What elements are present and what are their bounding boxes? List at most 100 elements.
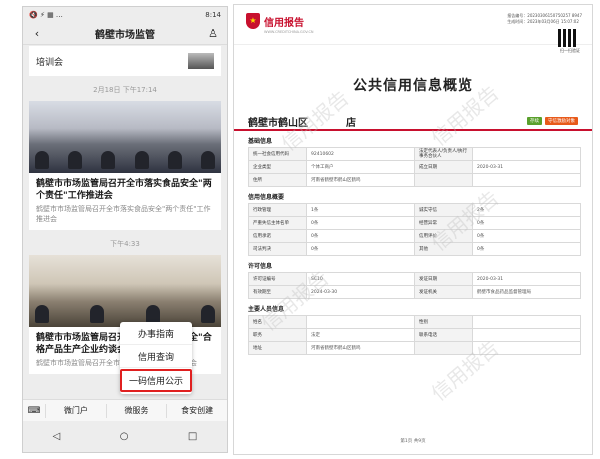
profile-icon[interactable]: ♙ [205,27,221,40]
table-row: 行政管理 1条 诚实守信 2条 [248,203,581,217]
menu-services[interactable]: 微服务 [105,403,167,418]
menu-item-credit-query[interactable]: 信用查询 [120,345,192,368]
menu-food-safety[interactable]: 食安创建 [166,403,227,418]
section-title: 信用信息概要 [248,194,285,201]
system-nav: ◁ ○ □ [23,425,227,447]
field-label: 地址 [248,341,307,355]
field-label: 有效期至 [248,285,307,299]
list-item[interactable]: 培训会 [29,46,221,76]
field-value: 2024-03-30 [306,285,415,299]
field-value: 法定 [306,328,415,342]
field-value: 0条 [306,242,415,256]
field-label: 统一社会信用代码 [248,147,307,161]
field-label: 法定代表人/负责人/执行事务合伙人 [414,147,473,161]
list-item-title: 培训会 [36,57,64,68]
field-value [472,173,581,187]
entity-header: 鹤壁市鹤山区 店 存续 守信激励对象 [234,113,592,131]
section-title: 许可信息 [248,263,273,270]
field-value: 0条 [306,216,415,230]
field-label [414,173,473,187]
field-label: 行政管理 [248,203,307,217]
nav-bar: ‹ 鹤壁市场监管 ♙ [23,23,227,45]
table-row: 职务 法定 联系电话 [248,328,581,342]
report-sections: 基础信息 统一社会信用代码 92410602 法定代表人/负责人/执行事务合伙人 企业类… [234,131,592,355]
field-value: 92410602 [306,147,415,161]
field-value: 鹤壁市食品药品监督管理局 [472,285,581,299]
field-label: 发证日期 [414,272,473,286]
field-label: 性别 [414,315,473,329]
field-value: 0条 [472,229,581,243]
section-title: 基础信息 [248,138,273,145]
status-badge: 存续 [527,117,542,125]
logo: ★ 信用报告 [246,13,304,29]
field-label: 职务 [248,328,307,342]
article-card[interactable]: 鹤壁市市场监管局召开全市落实食品安全"两个责任"工作推进会 鹤壁市市场监管局召开… [29,101,221,230]
table-row: 姓名 性别 [248,315,581,329]
table-row: 企业类型 个体工商户 成立日期 2020-03-31 [248,160,581,174]
field-value: 个体工商户 [306,160,415,174]
field-label: 信用评价 [414,229,473,243]
field-label: 企业类型 [248,160,307,174]
credit-report: ★ 信用报告 WWW.CREDITCHINA.GOV.CN 报告编号：20230… [233,4,593,455]
status-bar: 🔇 ⚡ ▦ … 8:14 [23,7,227,23]
table-row: 许可证编号 SC10 发证日期 2020-03-31 [248,272,581,286]
field-value: 0条 [472,242,581,256]
article-title: 鹤壁市市场监管局召开全市落实食品安全"两个责任"工作推进会 [36,179,212,201]
field-value: 2条 [472,203,581,217]
field-label: 其他 [414,242,473,256]
field-label: 严重失信主体名单 [248,216,307,230]
phone-screen: 🔇 ⚡ ▦ … 8:14 ‹ 鹤壁市场监管 ♙ 培训会 2月18日 下午17:1… [22,6,228,453]
entity-suffix: 店 [346,117,356,129]
article-subtitle: 鹤壁市市场监管局召开全市落实食品安全"两个责任"工作推进会 [36,205,211,223]
info-table: 行政管理 1条 诚实守信 2条 严重失信主体名单 0条 经营异常 0条 信用承诺 0条 信用评价 0条… [248,203,581,256]
logo-text: 信用报告 [264,17,304,29]
field-label: 诚实守信 [414,203,473,217]
field-label: 经营异常 [414,216,473,230]
bottom-menu: ⌨ 微门户 微服务 食安创建 [23,399,227,421]
recents-nav-icon[interactable]: □ [188,431,197,442]
table-row: 住所 河南省鹤壁市鹤山区鹤鸣 [248,173,581,187]
field-label: 联系电话 [414,328,473,342]
field-label: 许可证编号 [248,272,307,286]
field-value [472,328,581,342]
menu-portal[interactable]: 微门户 [45,403,106,418]
field-value: 1条 [306,203,415,217]
table-row: 有效期至 2024-03-30 发证机关 鹤壁市食品药品监督管理局 [248,285,581,299]
info-table: 许可证编号 SC10 发证日期 2020-03-31 有效期至 2024-03-30 发证机… [248,272,581,299]
report-ids: 报告编号：20230306150750257 8947 生成时间：2023年03… [507,13,582,24]
status-tags: 存续 守信激励对象 [527,117,578,125]
report-title: 公共信用信息概览 [353,78,473,94]
field-value: 河南省鹤壁市鹤山区鹤鸣 [306,341,415,355]
article-image [29,101,221,173]
table-row: 信用承诺 0条 信用评价 0条 [248,229,581,243]
submenu-popup: 办事指南 信用查询 一码信用公示 [120,322,192,394]
info-table: 姓名 性别 职务 法定 联系电话 地址 河南省鹤壁市鹤山区鹤鸣 [248,315,581,355]
status-icons-left: 🔇 ⚡ ▦ … [29,11,63,19]
timestamp: 2月18日 下午17:14 [93,86,157,94]
table-row: 司法判决 0条 其他 0条 [248,242,581,256]
field-value [472,341,581,355]
back-icon[interactable]: ‹ [29,27,45,40]
section-title: 主要人员信息 [248,306,285,313]
field-value: 河南省鹤壁市鹤山区鹤鸣 [306,173,415,187]
field-value [306,315,415,329]
qr-label: 扫一扫验证 [560,48,580,53]
report-header: ★ 信用报告 WWW.CREDITCHINA.GOV.CN 报告编号：20230… [234,5,592,45]
table-row: 统一社会信用代码 92410602 法定代表人/负责人/执行事务合伙人 [248,147,581,161]
menu-item-credit-disclosure[interactable]: 一码信用公示 [120,369,192,392]
field-value: 2020-03-31 [472,160,581,174]
page-footer: 第1页 共9页 [400,439,426,444]
emblem-icon: ★ [246,13,260,29]
home-nav-icon[interactable]: ○ [120,431,129,442]
field-value: 2020-03-31 [472,272,581,286]
field-label: 司法判决 [248,242,307,256]
field-value: SC10 [306,272,415,286]
field-value: 0条 [306,229,415,243]
keyboard-icon[interactable]: ⌨ [23,406,45,416]
back-nav-icon[interactable]: ◁ [53,431,61,442]
field-label: 住所 [248,173,307,187]
field-label: 发证机关 [414,285,473,299]
menu-item-guide[interactable]: 办事指南 [120,322,192,345]
status-badge: 守信激励对象 [545,117,578,125]
article-image [29,255,221,327]
